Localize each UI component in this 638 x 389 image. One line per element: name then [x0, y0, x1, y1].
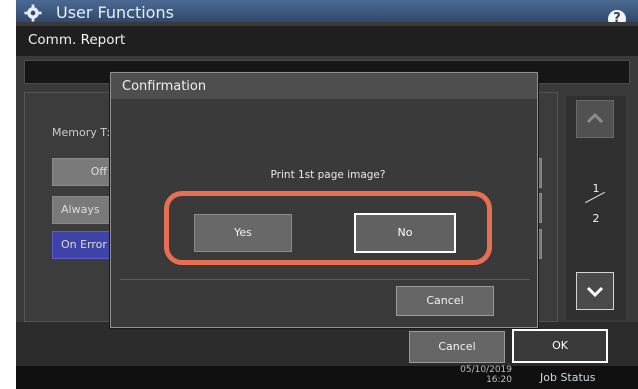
dialog-divider: [120, 279, 530, 280]
app-title: User Functions: [56, 3, 174, 22]
date-time: 05/10/2019 16:20: [456, 365, 512, 385]
dialog-cancel-button[interactable]: Cancel: [396, 286, 494, 316]
gear-icon: [24, 4, 42, 22]
job-status-button[interactable]: Job Status: [540, 371, 596, 384]
time-text: 16:20: [486, 375, 512, 385]
dialog-title: Confirmation: [122, 79, 207, 94]
yes-button[interactable]: Yes: [194, 214, 292, 252]
no-button[interactable]: No: [354, 213, 456, 253]
date-text: 05/10/2019: [460, 365, 512, 375]
dialog-message: Print 1st page image?: [270, 169, 386, 181]
page-total: 2: [592, 212, 600, 225]
scroll-up-button[interactable]: [576, 100, 614, 138]
cancel-button[interactable]: Cancel: [409, 331, 505, 363]
ok-button[interactable]: OK: [512, 329, 608, 363]
chevron-down-icon: [586, 286, 604, 298]
scroll-down-button[interactable]: [576, 272, 614, 310]
memory-tx-label: Memory Tx: [52, 126, 114, 139]
panel-title: Comm. Report: [28, 32, 126, 48]
chevron-up-icon: [586, 112, 604, 124]
